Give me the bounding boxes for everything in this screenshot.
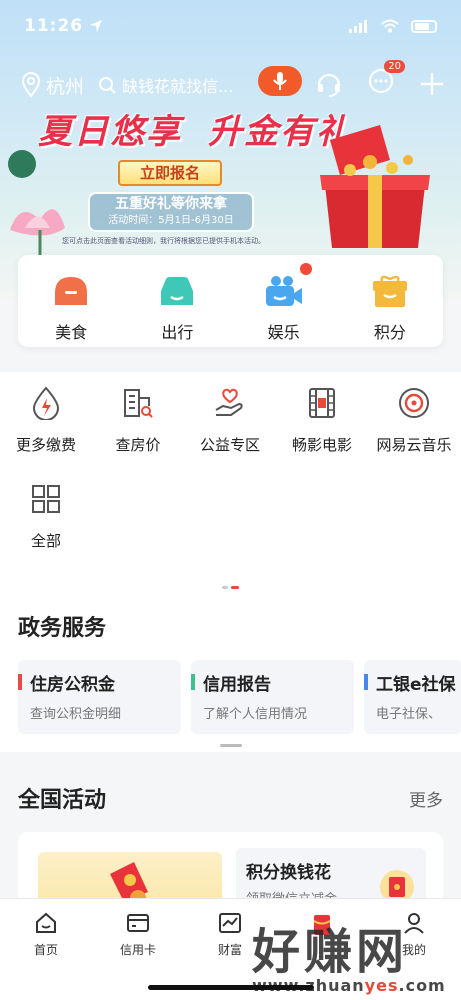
gov-services-section: 政务服务 住房公积金 查询公积金明细 信用报告 了解个人信用情况 工银e社保 电…	[0, 602, 461, 752]
music-disc-icon	[399, 388, 429, 418]
category-card: 美食 出行 娱乐 积分	[18, 255, 443, 347]
gift-box-illustration	[320, 125, 430, 248]
film-icon	[309, 388, 335, 418]
service-label: 公益专区	[199, 436, 260, 454]
watermark-url-part: .com	[398, 976, 446, 995]
gov-card-housing-fund[interactable]: 住房公积金 查询公积金明细	[18, 660, 181, 734]
water-drop-bolt-icon	[32, 386, 60, 420]
activities-section: 全国活动 更多 积分换钱花 领取微信立减金	[0, 760, 461, 912]
heart-hand-icon	[215, 388, 243, 416]
header-bar: 杭州 缺钱花就找信... 20	[0, 60, 461, 108]
gov-card-title: 信用报告	[203, 675, 271, 695]
category-label: 出行	[161, 323, 194, 342]
activity-title: 积分换钱花	[246, 863, 331, 883]
home-icon	[36, 912, 56, 933]
accent-bar	[18, 674, 22, 690]
promo-disclaimer: 您可点击此页面查看活动细则，我行将根据您已提供手机本活动。	[62, 237, 265, 245]
microphone-icon	[273, 72, 287, 90]
gov-card-social-security[interactable]: 工银e社保 电子社保、	[364, 660, 461, 734]
search-icon	[99, 77, 116, 94]
service-all[interactable]: 全部	[0, 468, 92, 564]
watermark-logo: 好赚网	[252, 924, 409, 980]
category-points[interactable]: 积分	[337, 255, 443, 347]
food-bag-icon	[55, 277, 88, 305]
signup-button[interactable]: 立即报名	[118, 160, 222, 186]
watermark-url-part: yes	[364, 976, 399, 995]
status-bar: 11:26	[0, 0, 461, 52]
gift-icon	[372, 275, 407, 307]
city-selector[interactable]: 杭州	[20, 72, 84, 99]
gov-card-title: 工银e社保	[376, 675, 456, 695]
service-label: 查房价	[115, 436, 161, 454]
promo-subtitle-card: 五重好礼等你来拿 活动时间：5月1日-6月30日	[88, 192, 254, 232]
signal-icon	[349, 20, 367, 33]
home-indicator	[148, 985, 314, 990]
credit-card-icon	[127, 914, 149, 932]
service-charity[interactable]: 公益专区	[184, 372, 276, 468]
message-count-badge: 20	[384, 60, 405, 73]
section-title: 政务服务	[18, 616, 107, 641]
category-label: 娱乐	[267, 323, 300, 342]
tab-label: 信用卡	[119, 943, 156, 957]
gov-card-subtitle: 电子社保、	[376, 707, 442, 722]
message-button[interactable]: 20	[367, 60, 405, 100]
gov-card-credit-report[interactable]: 信用报告 了解个人信用情况	[191, 660, 354, 734]
grid-icon	[32, 485, 60, 513]
voice-search-button[interactable]	[258, 66, 302, 96]
city-name: 杭州	[46, 75, 85, 98]
building-search-icon	[124, 389, 153, 418]
section-title: 全国活动	[18, 788, 107, 813]
search-placeholder: 缺钱花就找信...	[122, 77, 234, 96]
tab-home[interactable]: 首页	[0, 899, 92, 1000]
service-label: 更多缴费	[15, 436, 76, 454]
gov-card-subtitle: 查询公积金明细	[30, 707, 122, 722]
category-travel[interactable]: 出行	[124, 255, 313, 347]
promo-subtitle: 五重好礼等你来拿	[115, 196, 227, 212]
gov-card-title: 住房公积金	[30, 675, 115, 695]
chart-icon	[219, 913, 241, 933]
service-house-price[interactable]: 查房价	[92, 372, 184, 468]
gov-card-subtitle: 了解个人信用情况	[203, 707, 308, 722]
service-label: 全部	[30, 532, 61, 550]
tab-label: 首页	[33, 943, 58, 957]
category-food[interactable]: 美食	[18, 255, 124, 347]
tab-label: 财富	[217, 943, 242, 957]
gov-pager	[220, 744, 242, 747]
category-label: 积分	[373, 323, 406, 342]
status-time: 11:26	[24, 16, 84, 36]
wifi-icon	[381, 19, 399, 33]
more-link[interactable]: 更多	[409, 786, 443, 811]
service-music[interactable]: 网易云音乐	[368, 372, 460, 468]
location-arrow-icon	[90, 20, 103, 32]
accent-bar	[364, 674, 368, 690]
service-label: 网易云音乐	[376, 436, 452, 454]
service-movies[interactable]: 畅影电影	[276, 372, 368, 468]
services-pager	[222, 586, 239, 589]
car-icon	[161, 277, 194, 305]
customer-service-icon[interactable]	[315, 70, 343, 98]
battery-icon	[411, 19, 437, 33]
location-pin-icon	[21, 72, 41, 98]
service-label: 畅影电影	[291, 436, 352, 454]
accent-bar	[191, 674, 195, 690]
services-grid: 更多缴费 查房价 公益专区 畅影电影 网易云音乐 全部	[0, 372, 461, 602]
plus-icon[interactable]	[419, 71, 445, 97]
category-label: 美食	[55, 323, 88, 342]
category-entertainment[interactable]: 娱乐	[231, 255, 337, 347]
site-watermark: 好赚网 www.zhuanyes.com	[252, 912, 446, 995]
video-camera-icon	[265, 276, 302, 306]
promo-title: 夏日悠享 升金有礼	[38, 104, 352, 153]
promo-title-part1: 夏日悠享	[38, 112, 182, 152]
service-more-payments[interactable]: 更多缴费	[0, 372, 92, 468]
promo-period: 活动时间：5月1日-6月30日	[108, 215, 234, 226]
